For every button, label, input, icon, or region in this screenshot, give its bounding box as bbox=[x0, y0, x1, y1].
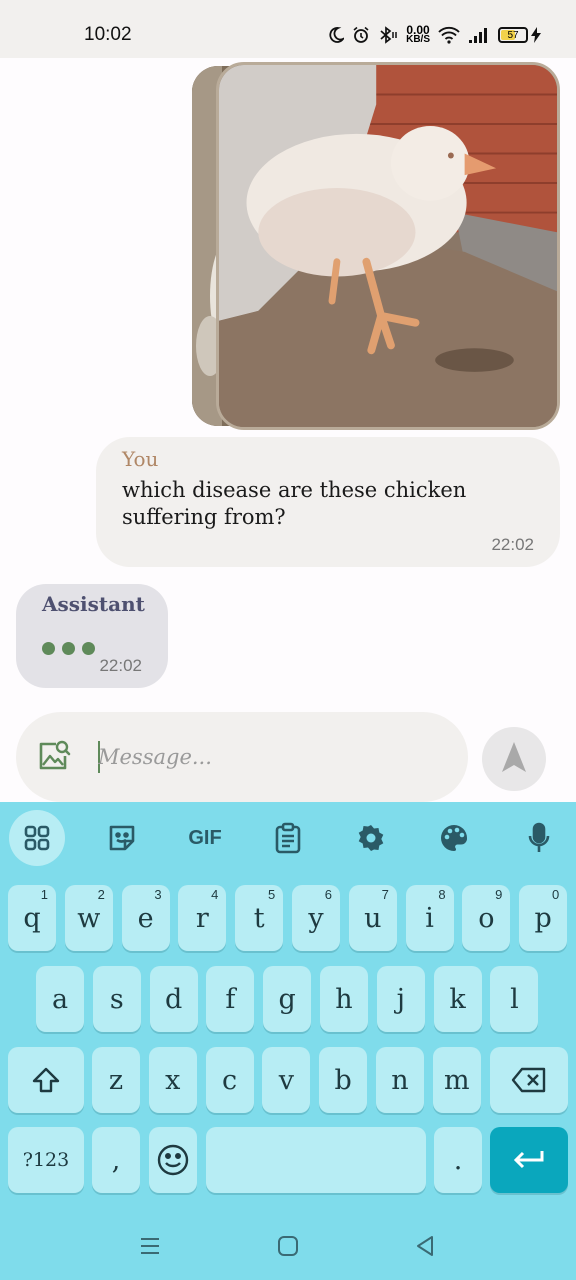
status-icons: 0.00 KB/S 57 bbox=[328, 22, 542, 48]
sender-name: You bbox=[122, 447, 159, 471]
key-l[interactable]: l bbox=[490, 966, 539, 1032]
user-message-bubble: You which disease are these chicken suff… bbox=[96, 437, 560, 567]
symbols-key[interactable]: ?123 bbox=[8, 1127, 84, 1193]
send-icon bbox=[500, 740, 528, 778]
key-m[interactable]: m bbox=[432, 1047, 481, 1113]
key-d[interactable]: d bbox=[149, 966, 198, 1032]
alarm-icon bbox=[352, 26, 370, 44]
battery-icon: 57 bbox=[498, 27, 528, 43]
attached-images[interactable] bbox=[192, 60, 562, 432]
home-icon[interactable] bbox=[268, 1226, 308, 1266]
emoji-key[interactable] bbox=[149, 1127, 197, 1193]
signal-icon bbox=[468, 26, 490, 44]
status-time: 10:02 bbox=[84, 24, 132, 45]
key-q[interactable]: q1 bbox=[8, 885, 56, 951]
key-a[interactable]: a bbox=[36, 966, 84, 1032]
key-t[interactable]: t5 bbox=[235, 885, 284, 951]
message-text: which disease are these chicken sufferin… bbox=[122, 478, 467, 529]
key-c[interactable]: c bbox=[205, 1047, 254, 1113]
settings-icon[interactable] bbox=[343, 810, 399, 866]
key-x[interactable]: x bbox=[148, 1047, 197, 1113]
key-h[interactable]: h bbox=[320, 966, 368, 1032]
key-j[interactable]: j bbox=[376, 966, 425, 1032]
message-input[interactable] bbox=[98, 738, 438, 776]
key-f[interactable]: f bbox=[206, 966, 255, 1032]
sticker-icon[interactable] bbox=[94, 810, 150, 866]
backspace-icon bbox=[511, 1067, 546, 1093]
sender-name: Assistant bbox=[42, 592, 145, 616]
message-composer bbox=[16, 712, 468, 802]
key-z[interactable]: z bbox=[92, 1047, 140, 1113]
key-v[interactable]: v bbox=[262, 1047, 311, 1113]
space-key[interactable] bbox=[206, 1127, 426, 1193]
key-s[interactable]: s bbox=[92, 966, 141, 1032]
key-o[interactable]: o9 bbox=[462, 885, 511, 951]
key-p[interactable]: p0 bbox=[519, 885, 568, 951]
charging-icon bbox=[530, 26, 542, 44]
key-u[interactable]: u7 bbox=[348, 885, 397, 951]
status-bar: 10:02 0.00 KB/S 57 bbox=[0, 0, 576, 58]
moon-icon bbox=[328, 27, 345, 43]
message-time: 22:02 bbox=[99, 656, 142, 675]
gif-button[interactable]: GIF bbox=[177, 810, 233, 866]
key-w[interactable]: w2 bbox=[64, 885, 113, 951]
navigation-bar bbox=[0, 1208, 576, 1280]
assistant-message-bubble: Assistant 22:02 bbox=[16, 584, 168, 688]
key-e[interactable]: e3 bbox=[121, 885, 170, 951]
period-key[interactable]: . bbox=[434, 1127, 482, 1193]
key-b[interactable]: b bbox=[319, 1047, 368, 1113]
enter-key[interactable] bbox=[490, 1127, 568, 1193]
wifi-icon bbox=[438, 26, 460, 44]
palette-icon[interactable] bbox=[426, 810, 482, 866]
back-icon[interactable] bbox=[405, 1226, 445, 1266]
shift-icon bbox=[32, 1067, 60, 1093]
message-time: 22:02 bbox=[491, 535, 534, 554]
key-k[interactable]: k bbox=[433, 966, 482, 1032]
chicken-photo-2[interactable] bbox=[216, 62, 560, 430]
key-n[interactable]: n bbox=[376, 1047, 424, 1113]
net-speed: 0.00 KB/S bbox=[406, 23, 430, 45]
send-button[interactable] bbox=[482, 727, 546, 791]
menu-icon[interactable] bbox=[130, 1226, 170, 1266]
emoji-icon bbox=[157, 1144, 189, 1176]
typing-indicator bbox=[42, 642, 95, 655]
key-g[interactable]: g bbox=[263, 966, 312, 1032]
key-y[interactable]: y6 bbox=[292, 885, 340, 951]
clipboard-icon[interactable] bbox=[260, 810, 316, 866]
mic-icon[interactable] bbox=[511, 810, 567, 866]
backspace-key[interactable] bbox=[490, 1047, 568, 1113]
key-i[interactable]: i8 bbox=[405, 885, 454, 951]
image-search-icon[interactable] bbox=[36, 738, 72, 774]
bluetooth-icon bbox=[378, 26, 398, 44]
shift-key[interactable] bbox=[8, 1047, 84, 1113]
enter-icon bbox=[513, 1151, 544, 1169]
keyboard-toolbar: GIF bbox=[0, 802, 576, 872]
apps-icon[interactable] bbox=[9, 810, 65, 866]
key-r[interactable]: r4 bbox=[178, 885, 227, 951]
comma-key[interactable]: , bbox=[92, 1127, 140, 1193]
